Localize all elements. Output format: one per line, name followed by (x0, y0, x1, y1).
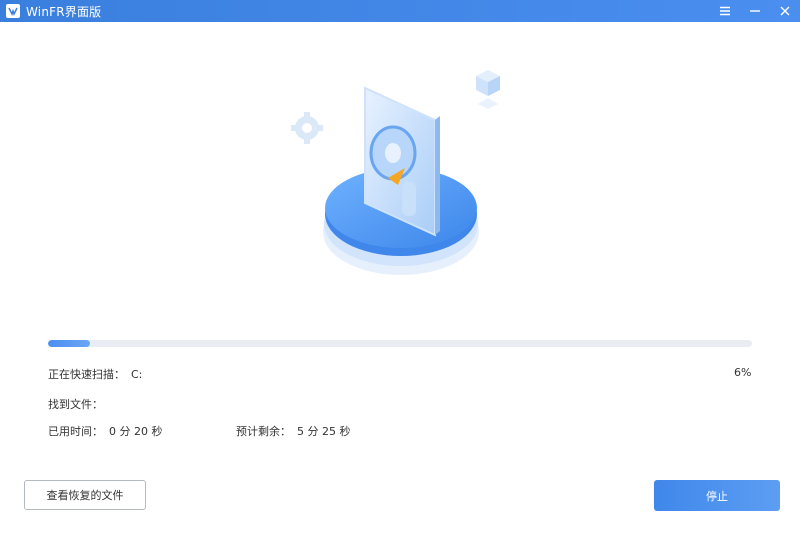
elapsed-label: 已用时间： (48, 425, 103, 438)
elapsed-time: 已用时间： 0 分 20 秒 (48, 423, 163, 439)
scan-progress-bar (48, 340, 752, 347)
elapsed-value: 0 分 20 秒 (109, 425, 163, 438)
stop-button[interactable]: 停止 (654, 480, 780, 511)
gear-icon (291, 112, 323, 144)
scan-illustration (280, 60, 530, 300)
scan-progress-fill (48, 340, 91, 347)
window-title: WinFR界面版 (26, 4, 102, 19)
scan-status-label: 正在快速扫描： (48, 368, 125, 381)
menu-icon[interactable] (710, 0, 740, 22)
app-logo-icon (6, 4, 20, 18)
close-icon[interactable] (770, 0, 800, 22)
scan-status: 正在快速扫描： C: (48, 366, 142, 382)
title-bar: WinFR界面版 (0, 0, 800, 22)
files-found-label: 找到文件： (48, 398, 103, 411)
progress-percent: 6% (734, 366, 752, 379)
minimize-icon[interactable] (740, 0, 770, 22)
scan-drive: C: (131, 368, 143, 381)
view-recovered-files-button[interactable]: 查看恢复的文件 (24, 480, 146, 510)
remaining-label: 预计剩余： (236, 425, 291, 438)
remaining-value: 5 分 25 秒 (297, 425, 351, 438)
cube-icon (476, 70, 500, 109)
window-controls (710, 0, 800, 22)
remaining-time: 预计剩余： 5 分 25 秒 (236, 423, 351, 439)
